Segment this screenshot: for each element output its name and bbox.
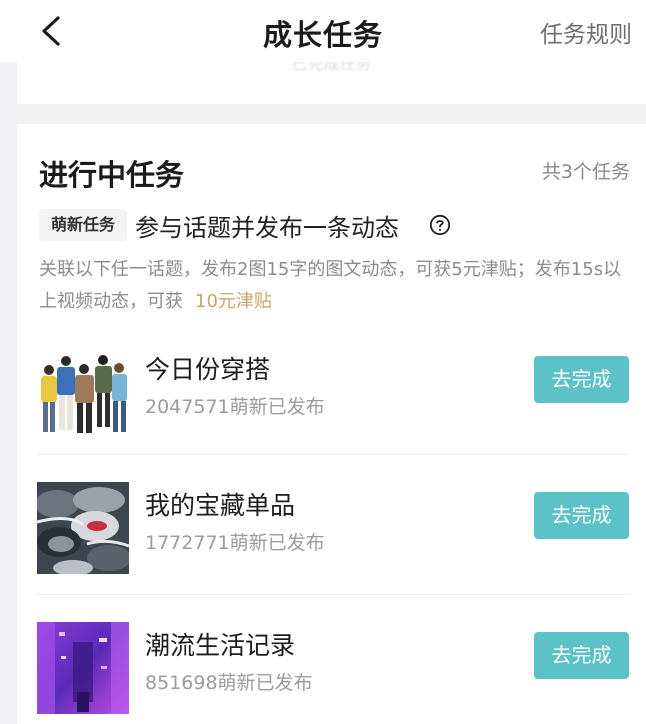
topic-publish-count: 2047571萌新已发布	[145, 396, 325, 418]
divider	[37, 454, 629, 455]
topic-item[interactable]: 潮流生活记录 851698萌新已发布 去完成	[37, 622, 629, 716]
completed-tasks-card: 已完成任务	[17, 54, 646, 104]
topic-publish-count: 1772771萌新已发布	[145, 532, 325, 554]
question-circle-icon[interactable]	[429, 214, 451, 236]
topic-item[interactable]: 今日份穿搭 2047571萌新已发布 去完成	[37, 346, 629, 440]
topic-title[interactable]: 我的宝藏单品	[145, 486, 295, 522]
topic-title[interactable]: 潮流生活记录	[145, 626, 295, 662]
task-count: 共3个任务	[541, 161, 630, 183]
topic-title[interactable]: 今日份穿搭	[145, 350, 270, 386]
page-gutter	[0, 62, 17, 710]
topic-publish-count: 851698萌新已发布	[145, 672, 313, 694]
task-rules-link[interactable]: 任务规则	[540, 15, 632, 49]
task-description: 关联以下任一话题，发布2图15字的图文动态，可获5元津贴；发布15s以上视频动态…	[39, 254, 631, 318]
divider	[37, 594, 629, 595]
topic-thumbnail	[37, 482, 129, 574]
topic-thumbnail	[37, 346, 129, 438]
section-title: 进行中任务	[39, 158, 185, 192]
task-tag-badge: 萌新任务	[39, 209, 127, 241]
complete-task-button[interactable]: 去完成	[534, 492, 629, 539]
complete-task-button[interactable]: 去完成	[534, 356, 629, 403]
complete-task-button[interactable]: 去完成	[534, 632, 629, 679]
topic-thumbnail	[37, 622, 129, 714]
in-progress-tasks-card: 进行中任务 共3个任务 萌新任务 参与话题并发布一条动态 关联以下任一话题，发布…	[17, 124, 646, 724]
top-nav-bar: 成长任务 任务规则	[0, 0, 646, 62]
task-name: 参与话题并发布一条动态	[135, 214, 399, 242]
task-description-text: 关联以下任一话题，发布2图15字的图文动态，可获5元津贴；发布15s以上视频动态…	[39, 259, 622, 312]
topic-item[interactable]: 我的宝藏单品 1772771萌新已发布 去完成	[37, 482, 629, 576]
reward-highlight: 10元津贴	[195, 291, 272, 312]
